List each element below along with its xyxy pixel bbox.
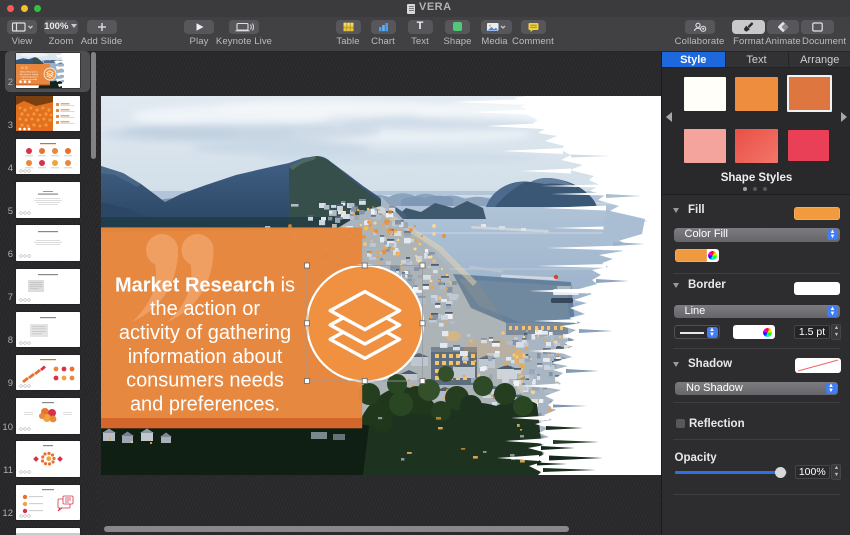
- svg-text:information about: information about: [127, 346, 282, 368]
- svg-text:the action or activity: the action or activity: [20, 73, 39, 76]
- svg-text:the action or: the action or: [149, 298, 259, 320]
- svg-text:activity of gathering: activity of gathering: [118, 322, 290, 344]
- svg-text:consumers needs: consumers needs: [126, 370, 284, 392]
- svg-text:and preferences.: and preferences.: [129, 393, 279, 415]
- svg-text:of gathering about: of gathering about: [21, 75, 38, 78]
- svg-text:Market Research is: Market Research is: [20, 70, 38, 73]
- svg-text:Market Research is: Market Research is: [114, 274, 294, 296]
